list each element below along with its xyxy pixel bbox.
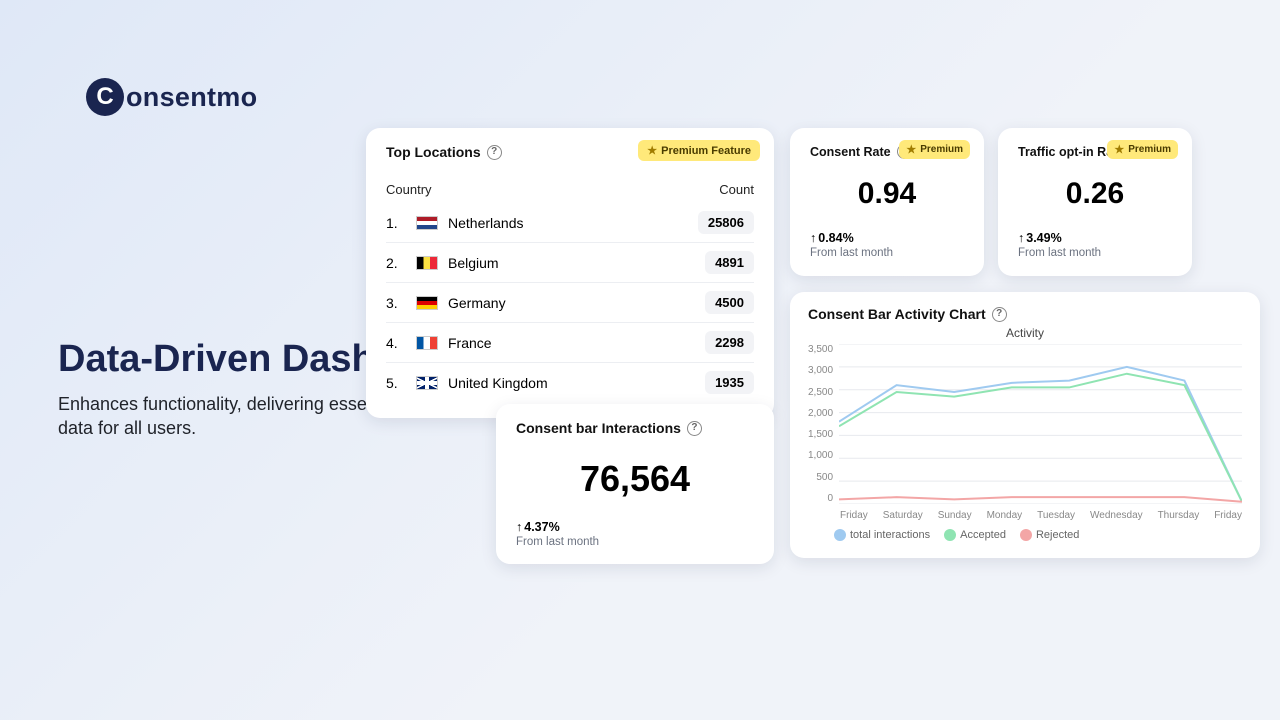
top-locations-title: Top Locations — [386, 144, 481, 160]
flag-icon — [416, 256, 438, 270]
country-name: France — [448, 335, 705, 351]
star-icon: ★ — [1114, 143, 1124, 156]
help-icon[interactable]: ? — [687, 421, 702, 436]
traffic-optin-delta: ↑3.49% — [1018, 231, 1172, 245]
logo-mark-icon: C — [86, 78, 124, 116]
consent-rate-title: Consent Rate — [810, 145, 891, 159]
row-index: 3. — [386, 295, 406, 311]
flag-icon — [416, 336, 438, 350]
logo: C onsentmo — [86, 78, 257, 116]
country-name: United Kingdom — [448, 375, 705, 391]
country-name: Belgium — [448, 255, 705, 271]
row-index: 4. — [386, 335, 406, 351]
legend-dot-rejected-icon — [1020, 529, 1032, 541]
legend-dot-total-icon — [834, 529, 846, 541]
legend-dot-accepted-icon — [944, 529, 956, 541]
premium-badge: ★ Premium — [899, 140, 970, 159]
traffic-optin-sub: From last month — [1018, 247, 1172, 259]
interactions-delta: ↑4.37% — [516, 520, 754, 534]
consent-rate-value: 0.94 — [810, 177, 964, 211]
traffic-optin-value: 0.26 — [1018, 177, 1172, 211]
interactions-card: Consent bar Interactions ? 76,564 ↑4.37%… — [496, 404, 774, 564]
arrow-up-icon: ↑ — [810, 231, 816, 245]
help-icon[interactable]: ? — [487, 145, 502, 160]
activity-chart-subtitle: Activity — [808, 326, 1242, 340]
consent-rate-card: Consent Rate ? ★ Premium 0.94 ↑0.84% Fro… — [790, 128, 984, 276]
interactions-title: Consent bar Interactions — [516, 420, 681, 436]
top-locations-card: Top Locations ? ★ Premium Feature Countr… — [366, 128, 774, 418]
row-index: 1. — [386, 215, 406, 231]
activity-chart-card: Consent Bar Activity Chart ? Activity 3,… — [790, 292, 1260, 558]
country-name: Germany — [448, 295, 705, 311]
activity-chart-title: Consent Bar Activity Chart — [808, 306, 986, 322]
premium-feature-badge: ★ Premium Feature — [638, 140, 760, 161]
arrow-up-icon: ↑ — [516, 520, 522, 534]
country-count: 1935 — [705, 371, 754, 394]
flag-icon — [416, 216, 438, 230]
chart-x-axis: FridaySaturdaySundayMondayTuesdayWednesd… — [840, 510, 1242, 521]
flag-icon — [416, 296, 438, 310]
row-index: 5. — [386, 375, 406, 391]
help-icon[interactable]: ? — [992, 307, 1007, 322]
interactions-value: 76,564 — [516, 458, 754, 500]
country-count: 4500 — [705, 291, 754, 314]
table-row: 3. Germany4500 — [386, 282, 754, 322]
premium-badge: ★ Premium — [1107, 140, 1178, 159]
logo-text: onsentmo — [126, 82, 257, 113]
star-icon: ★ — [906, 143, 916, 156]
interactions-sub: From last month — [516, 536, 754, 548]
chart-plot-area — [839, 344, 1242, 504]
consent-rate-delta: ↑0.84% — [810, 231, 964, 245]
table-row: 5. United Kingdom1935 — [386, 362, 754, 402]
country-name: Netherlands — [448, 215, 698, 231]
table-row: 1. Netherlands25806 — [386, 203, 754, 242]
country-count: 4891 — [705, 251, 754, 274]
row-index: 2. — [386, 255, 406, 271]
traffic-optin-card: Traffic opt-in Rate ? ★ Premium 0.26 ↑3.… — [998, 128, 1192, 276]
country-count: 2298 — [705, 331, 754, 354]
flag-icon — [416, 376, 438, 390]
chart-legend: total interactions Accepted Rejected — [834, 529, 1242, 541]
table-row: 4. France2298 — [386, 322, 754, 362]
col-header-country: Country — [386, 182, 432, 197]
table-row: 2. Belgium4891 — [386, 242, 754, 282]
consent-rate-sub: From last month — [810, 247, 964, 259]
country-count: 25806 — [698, 211, 754, 234]
arrow-up-icon: ↑ — [1018, 231, 1024, 245]
star-icon: ★ — [647, 144, 657, 157]
chart-y-axis: 3,5003,0002,5002,0001,5001,0005000 — [808, 344, 839, 504]
col-header-count: Count — [719, 182, 754, 197]
